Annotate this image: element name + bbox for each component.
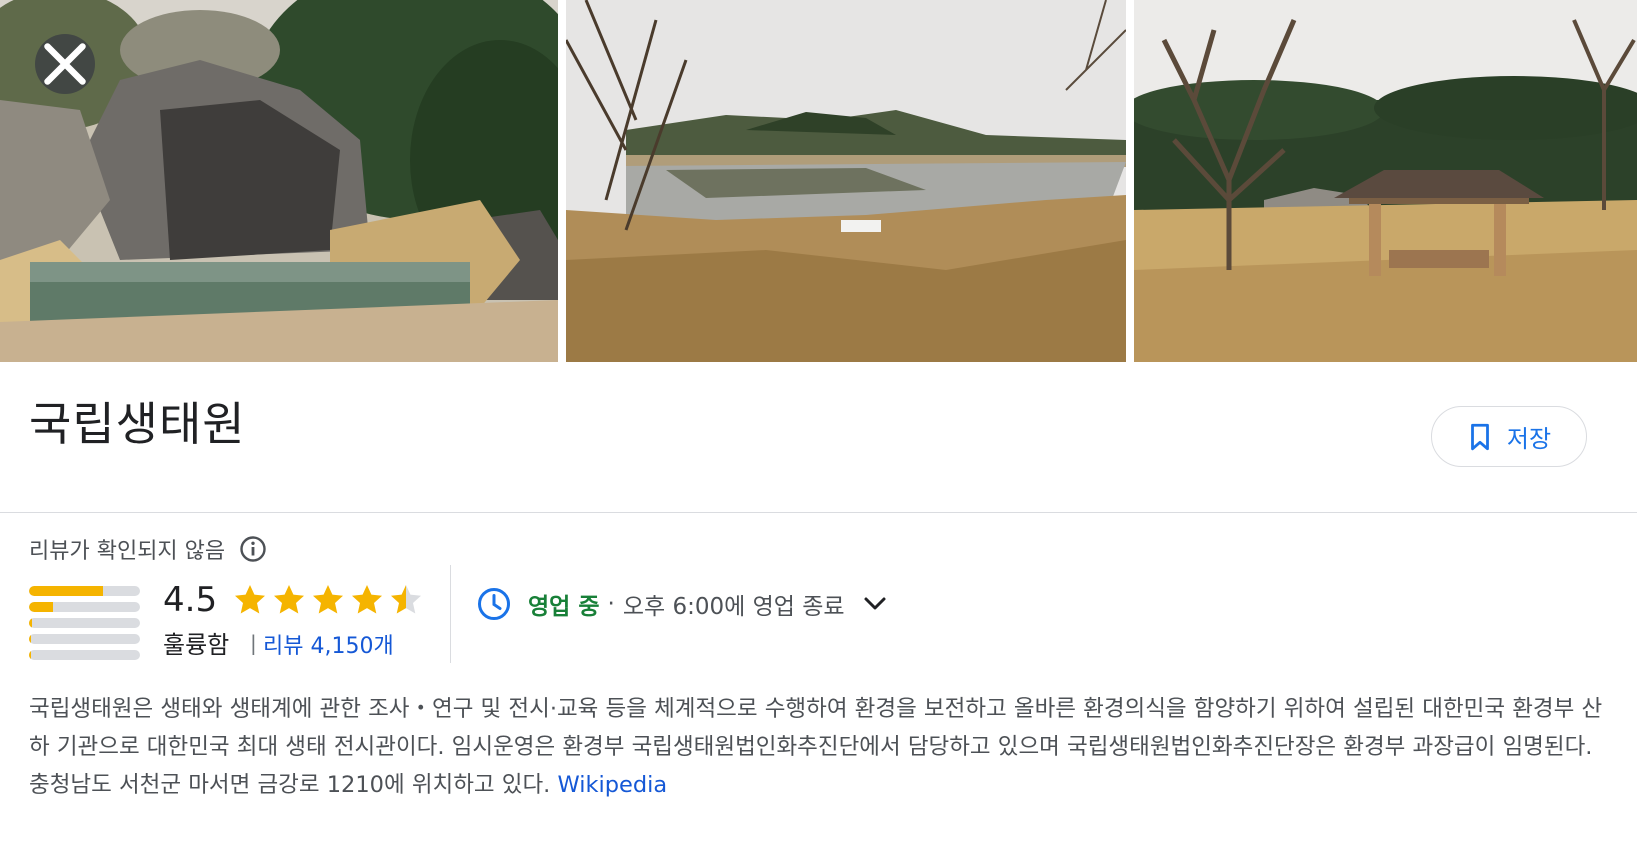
unverified-label: 리뷰가 확인되지 않음 (29, 539, 226, 564)
clock-icon (478, 588, 510, 620)
star-half-icon (391, 585, 421, 614)
rating-bar-4-star (29, 602, 140, 612)
rating-bar-5-star (29, 586, 140, 596)
chevron-down-icon (864, 597, 886, 610)
hours-dot: · (607, 591, 615, 617)
rating-separator: | (250, 631, 257, 655)
rating-bar-fill (29, 618, 33, 628)
rating-bar-fill (29, 602, 54, 612)
vertical-divider (450, 565, 451, 663)
photo-pavilion[interactable] (1134, 0, 1637, 362)
review-verification-notice: 리뷰가 확인되지 않음 (29, 533, 267, 565)
open-status: 영업 중 (528, 594, 600, 620)
bookmark-icon (1471, 423, 1489, 450)
photo-strip (0, 0, 1637, 362)
rating-word: 훌륭함 (163, 631, 230, 659)
rating-bar-fill (29, 634, 32, 644)
wikipedia-link[interactable]: Wikipedia (557, 772, 667, 798)
section-divider (0, 512, 1637, 513)
hours-toggle[interactable]: 영업 중 · 오후 6:00에 영업 종료 (476, 586, 891, 622)
description-text: 국립생태원은 생태와 생태계에 관한 조사・연구 및 전시·교육 등을 체계적으… (29, 696, 1603, 798)
place-description: 국립생태원은 생태와 생태계에 관한 조사・연구 및 전시·교육 등을 체계적으… (29, 690, 1609, 804)
rating-score: 4.5 (163, 580, 218, 620)
rating-bar-fill (29, 650, 32, 660)
close-icon (44, 43, 86, 85)
close-button[interactable] (35, 34, 95, 94)
rating-bar-2-star (29, 634, 140, 644)
rating-stars (232, 582, 424, 618)
rating-bar-3-star (29, 618, 140, 628)
star-full-icon (274, 585, 304, 614)
star-full-icon (235, 585, 265, 614)
star-full-icon (313, 585, 343, 614)
save-button[interactable]: 저장 (1431, 406, 1587, 467)
info-icon[interactable] (239, 535, 267, 563)
rating-distribution[interactable] (29, 586, 140, 666)
photo-rock-waterfall[interactable] (0, 0, 558, 362)
photo-lake[interactable] (566, 0, 1126, 362)
reviews-link[interactable]: 리뷰 4,150개 (263, 628, 394, 660)
rating-bar-1-star (29, 650, 140, 660)
save-label: 저장 (1506, 425, 1552, 453)
star-full-icon (352, 585, 382, 614)
rating-bar-fill (29, 586, 104, 596)
place-title: 국립생태원 (29, 397, 246, 451)
closing-time: 오후 6:00에 영업 종료 (622, 594, 845, 620)
